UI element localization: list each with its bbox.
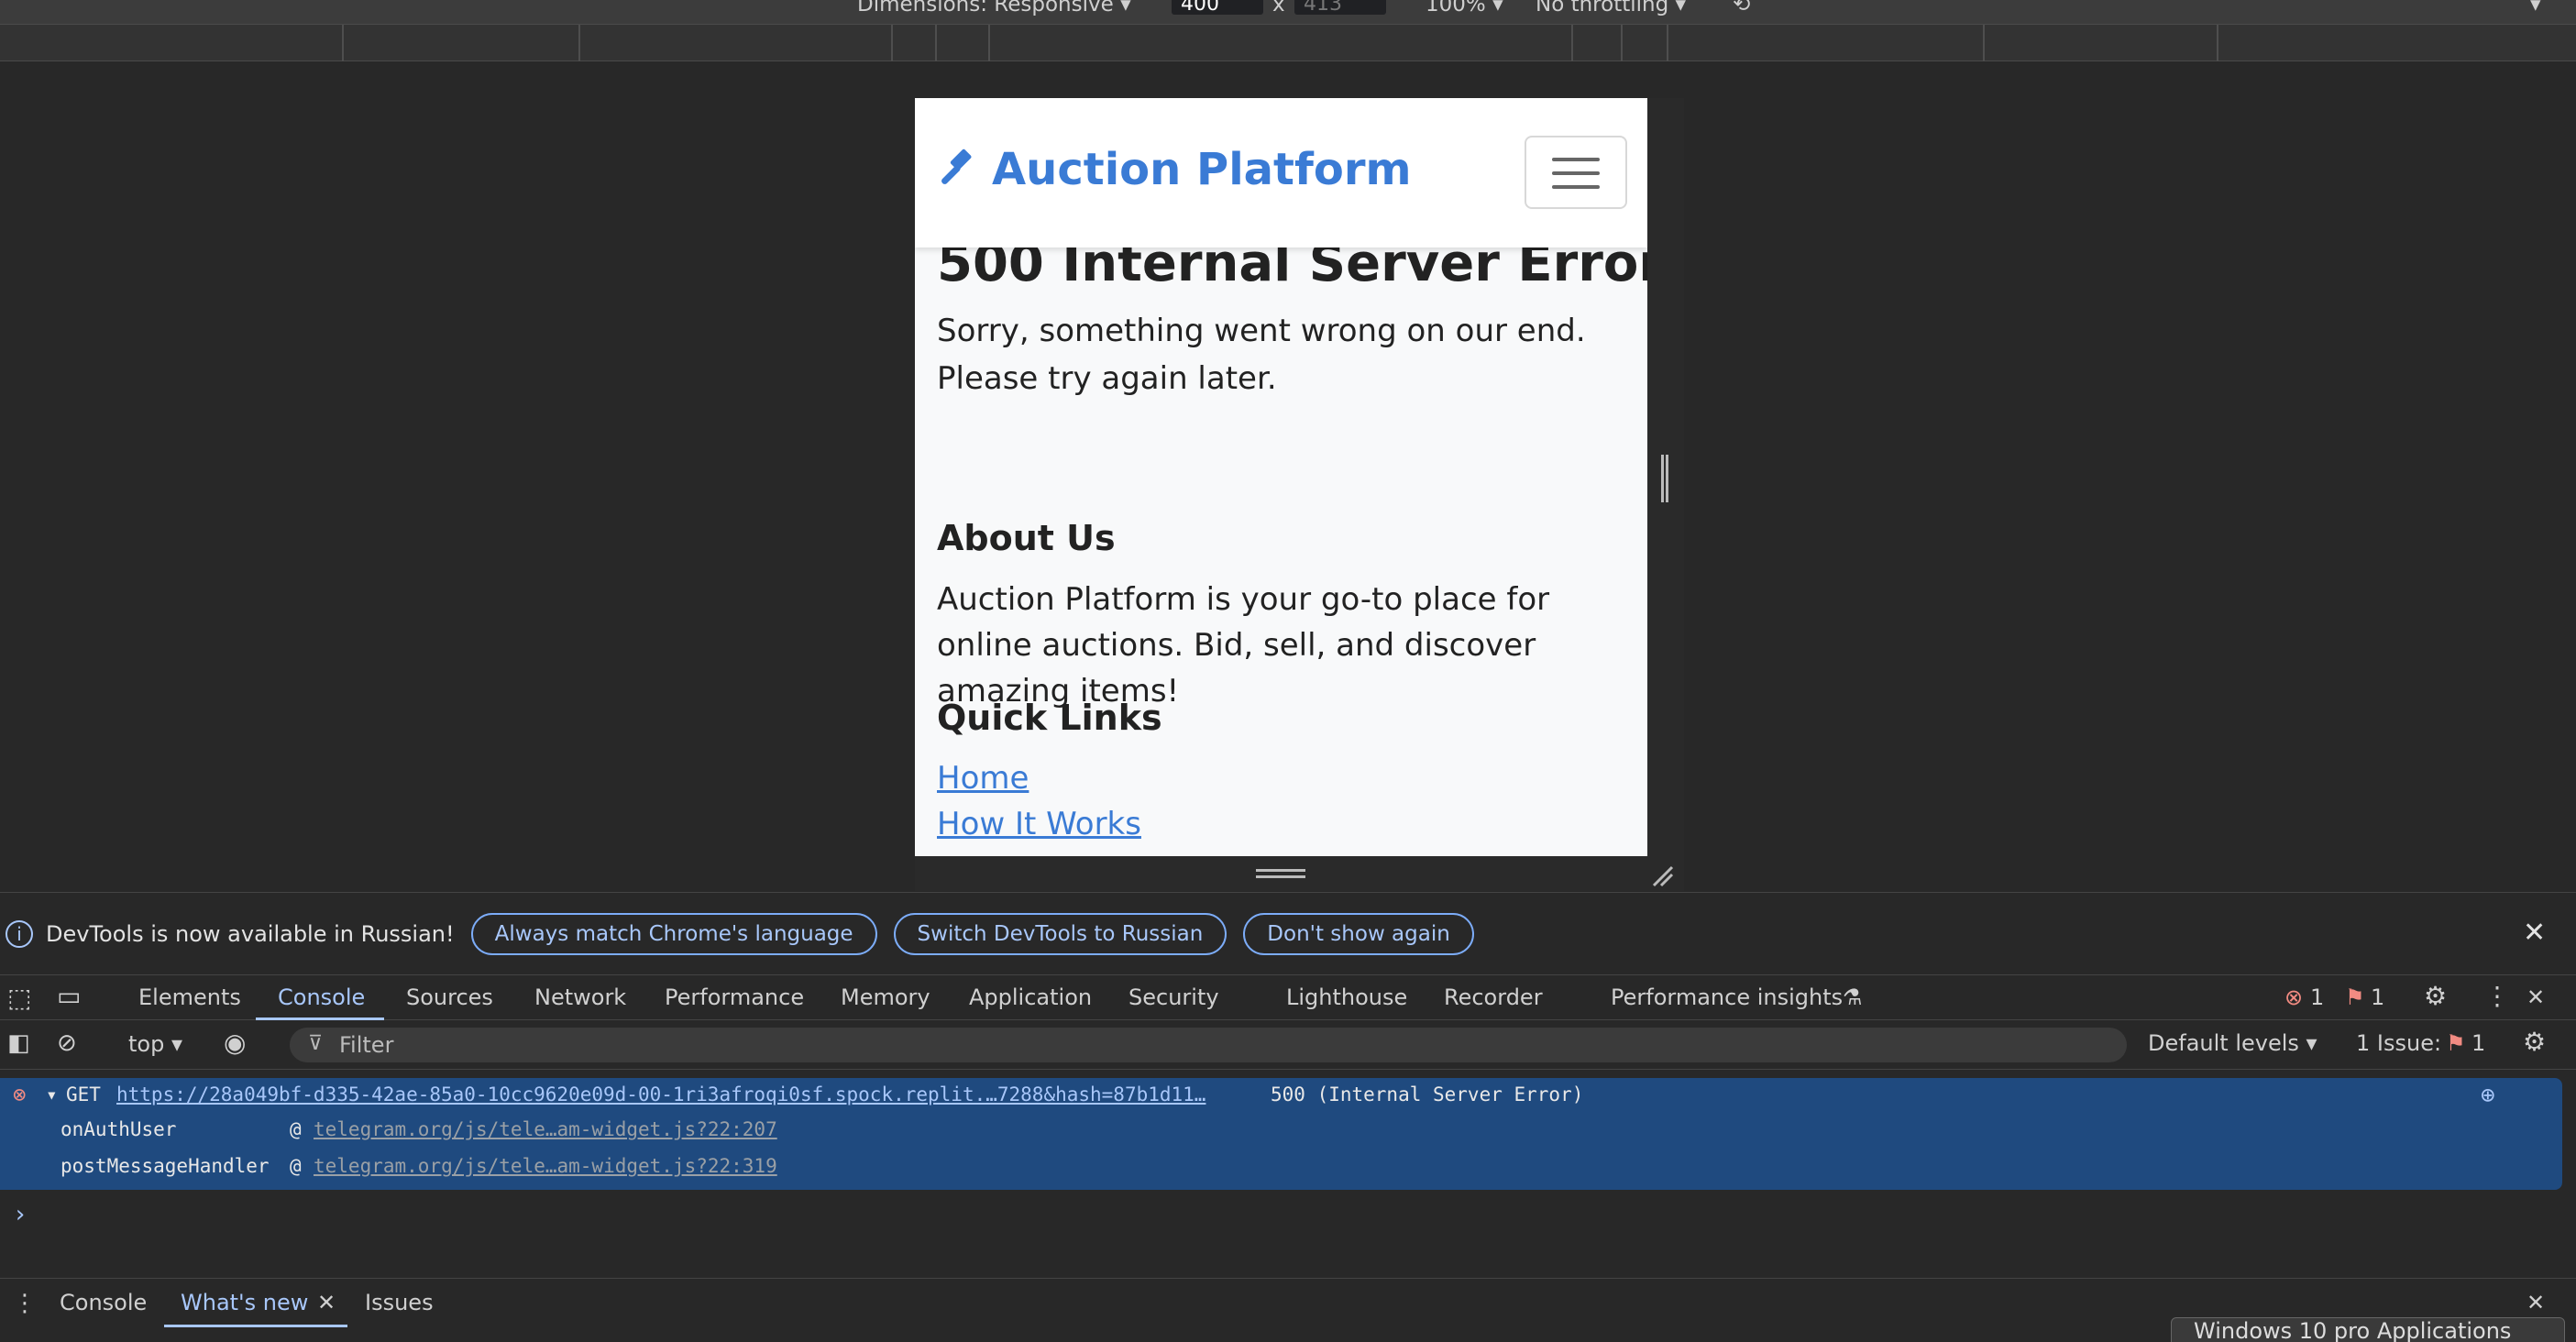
switch-to-russian-button[interactable]: Switch DevTools to Russian (893, 912, 1227, 955)
inspect-element-icon[interactable]: ⬚ (7, 983, 31, 1013)
zoom-dropdown[interactable]: 100% ▾ (1426, 0, 1503, 16)
device-toggle-icon[interactable]: ▭ (57, 981, 81, 1011)
expand-arrow-icon[interactable]: ▾ (46, 1084, 58, 1106)
info-icon: i (6, 919, 33, 948)
drawer-tab-whats-new[interactable]: What's new (181, 1290, 308, 1315)
about-title: About Us (937, 518, 1116, 558)
width-input[interactable]: 400 (1172, 0, 1263, 16)
stack-at: @ (290, 1155, 302, 1177)
drawer-tab-console[interactable]: Console (60, 1290, 147, 1315)
clear-console-icon[interactable]: ⊘ (57, 1029, 77, 1057)
gavel-icon (941, 148, 972, 184)
rotate-icon[interactable]: ⟲ (1733, 0, 1750, 16)
tab-application[interactable]: Application (969, 984, 1092, 1010)
kebab-menu-icon[interactable]: ⋮ (2484, 981, 2510, 1011)
tab-performance-insights[interactable]: Performance insights (1611, 984, 1843, 1010)
request-url-link[interactable]: https://28a049bf-d335-42ae-85a0-10cc9620… (116, 1084, 1205, 1106)
console-prompt[interactable]: › (13, 1201, 28, 1228)
stack-fn: onAuthUser (61, 1118, 177, 1140)
issue-flag-icon: ⚑ (2446, 1030, 2466, 1056)
match-language-button[interactable]: Always match Chrome's language (470, 912, 877, 955)
drawer-active-indicator (164, 1325, 347, 1327)
request-method: GET (66, 1084, 101, 1106)
quick-links-title: Quick Links (937, 698, 1162, 738)
brand-logo[interactable]: Auction Platform (935, 144, 1412, 195)
close-icon[interactable]: ✕ (2523, 917, 2546, 949)
issues-label[interactable]: 1 Issue: (2356, 1030, 2441, 1056)
infobar-message: DevTools is now available in Russian! (46, 920, 455, 947)
tab-console[interactable]: Console (278, 984, 365, 1010)
tab-security[interactable]: Security (1128, 984, 1219, 1010)
warning-count[interactable]: 1 (2371, 984, 2384, 1010)
close-drawer-icon[interactable]: ✕ (2526, 1290, 2545, 1315)
devtools-tab-bar: ⬚ ▭ Elements Console Sources Network Per… (0, 974, 2576, 1020)
dont-show-again-button[interactable]: Don't show again (1243, 912, 1474, 955)
navbar-toggler-button[interactable] (1525, 136, 1627, 209)
eye-icon[interactable]: ◉ (224, 1028, 246, 1058)
more-options-icon[interactable]: ▾ (2530, 0, 2541, 16)
filter-icon: ⊽ (308, 1032, 324, 1055)
width-resize-handle[interactable] (1661, 455, 1668, 502)
tab-recorder[interactable]: Recorder (1444, 984, 1543, 1010)
stack-fn: postMessageHandler (61, 1155, 270, 1177)
height-resize-bar[interactable] (915, 856, 1684, 891)
default-levels-dropdown[interactable]: Default levels ▾ (2148, 1030, 2317, 1056)
warning-flag-icon[interactable]: ⚑ (2345, 984, 2365, 1010)
drawer-menu-icon[interactable]: ⋮ (13, 1290, 37, 1317)
device-toolbar: Dimensions: Responsive ▾ 400 x 413 100% … (0, 0, 2576, 25)
stack-source-link[interactable]: telegram.org/js/tele…am-widget.js?22:207 (314, 1118, 777, 1140)
dimensions-dropdown[interactable]: Dimensions: Responsive ▾ (857, 0, 1131, 16)
about-text: Auction Platform is your go-to place for… (937, 581, 1550, 710)
link-home[interactable]: Home (937, 760, 1029, 797)
error-count-icon[interactable]: ⊗ (2284, 984, 2303, 1010)
language-infobar: i DevTools is now available in Russian! … (0, 892, 2576, 974)
drawer-tab-issues[interactable]: Issues (365, 1290, 434, 1315)
tab-performance[interactable]: Performance (665, 984, 804, 1010)
corner-resize-icon[interactable] (1650, 864, 1674, 887)
error-icon: ⊗ (13, 1082, 27, 1107)
flask-icon: ⚗ (1843, 984, 1863, 1010)
stack-source-link[interactable]: telegram.org/js/tele…am-widget.js?22:319 (314, 1155, 777, 1177)
sidebar-toggle-icon[interactable]: ◧ (7, 1029, 30, 1057)
tab-lighthouse[interactable]: Lighthouse (1286, 984, 1407, 1010)
emulated-viewport[interactable]: Auction Platform 500 Internal Server Err… (915, 98, 1647, 856)
issues-count[interactable]: 1 (2471, 1030, 2485, 1056)
error-count[interactable]: 1 (2310, 984, 2324, 1010)
console-error-message[interactable]: ⊗ ▾ GET https://28a049bf-d335-42ae-85a0-… (0, 1078, 2562, 1190)
request-status: 500 (Internal Server Error) (1271, 1084, 1584, 1106)
brand-name: Auction Platform (992, 144, 1412, 195)
tab-network[interactable]: Network (534, 984, 626, 1010)
height-input[interactable]: 413 (1294, 0, 1386, 16)
settings-gear-icon[interactable]: ⚙ (2424, 981, 2447, 1011)
network-globe-icon[interactable]: ⊕ (2481, 1082, 2495, 1109)
filter-placeholder: Filter (339, 1032, 394, 1058)
tab-elements[interactable]: Elements (138, 984, 241, 1010)
close-tab-icon[interactable]: ✕ (317, 1290, 336, 1315)
navbar: Auction Platform (915, 98, 1647, 248)
tab-sources[interactable]: Sources (406, 984, 493, 1010)
link-how-it-works[interactable]: How It Works (937, 806, 1141, 842)
media-query-ruler[interactable] (0, 25, 2576, 61)
tab-memory[interactable]: Memory (841, 984, 930, 1010)
error-message: Sorry, something went wrong on our end. … (937, 313, 1586, 397)
close-devtools-icon[interactable]: ✕ (2526, 984, 2545, 1010)
context-selector[interactable]: top ▾ (128, 1031, 182, 1057)
stack-at: @ (290, 1118, 302, 1140)
notification-toast[interactable]: Windows 10 pro Applications (2171, 1317, 2565, 1342)
dimension-separator: x (1272, 0, 1285, 16)
console-settings-icon[interactable]: ⚙ (2523, 1027, 2546, 1057)
filter-input[interactable]: ⊽ Filter (290, 1028, 2127, 1062)
throttling-dropdown[interactable]: No throttling ▾ (1536, 0, 1686, 16)
